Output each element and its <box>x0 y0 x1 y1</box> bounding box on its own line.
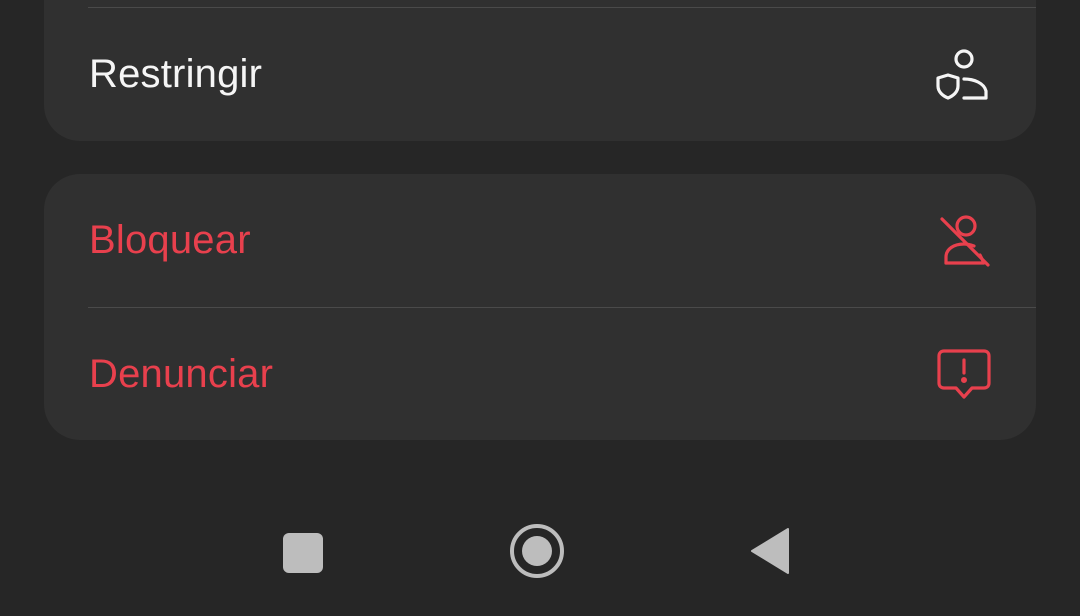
home-button[interactable] <box>507 523 567 583</box>
triangle-back-icon <box>740 521 800 586</box>
circle-icon <box>507 521 567 586</box>
restrict-label: Restringir <box>89 52 263 96</box>
recents-button[interactable] <box>273 523 333 583</box>
block-item[interactable]: Bloquear <box>44 174 1036 307</box>
restrict-item[interactable]: Restringir <box>44 8 1036 141</box>
report-bubble-icon <box>934 345 994 405</box>
user-slash-icon <box>934 211 994 271</box>
block-label: Bloquear <box>89 218 251 262</box>
options-card-danger: Bloquear Denunciar <box>44 174 1036 440</box>
system-navbar <box>0 480 1080 616</box>
user-shield-icon <box>934 45 994 105</box>
report-item[interactable]: Denunciar <box>44 308 1036 441</box>
options-card-top: Restringir <box>44 0 1036 141</box>
back-button[interactable] <box>740 523 800 583</box>
square-icon <box>283 533 323 573</box>
report-label: Denunciar <box>89 352 274 396</box>
